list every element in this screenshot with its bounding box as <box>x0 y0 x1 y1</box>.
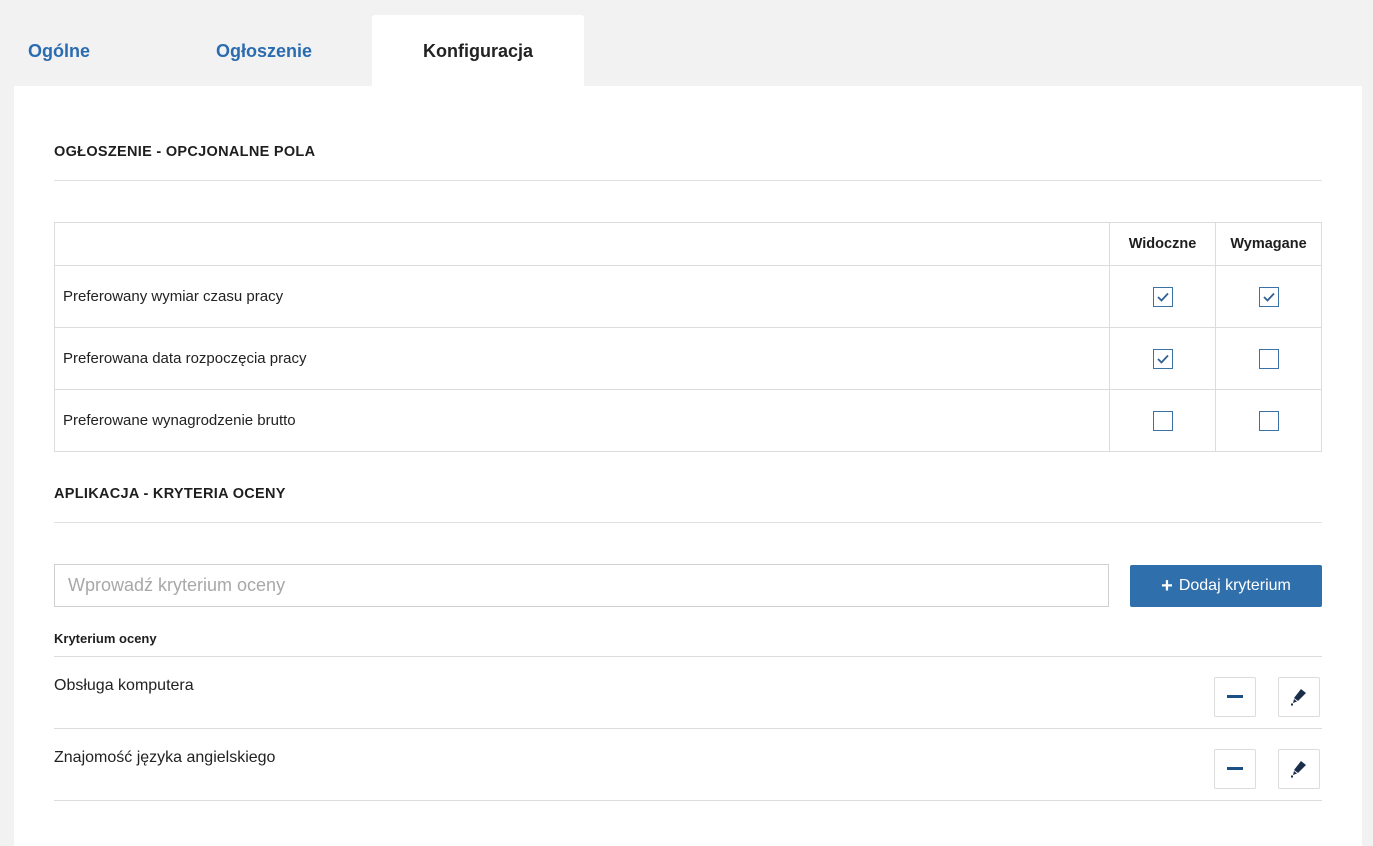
remove-criterion-button[interactable] <box>1214 677 1256 717</box>
remove-criterion-button[interactable] <box>1214 749 1256 789</box>
field-label: Preferowane wynagrodzenie brutto <box>54 389 1110 452</box>
pencil-icon <box>1291 689 1306 706</box>
list-item: Znajomość języka angielskiego <box>54 728 1322 800</box>
checkbox-visible-row-2[interactable] <box>1152 348 1173 369</box>
table-header-empty <box>54 222 1110 266</box>
config-panel: OGŁOSZENIE - OPCJONALNE POLA Widoczne Wy… <box>14 86 1362 846</box>
tab-ogolne[interactable]: Ogólne <box>14 15 160 87</box>
tab-konfiguracja[interactable]: Konfiguracja <box>372 15 584 87</box>
edit-criterion-button[interactable] <box>1278 677 1320 717</box>
check-icon <box>1156 354 1169 364</box>
add-criterion-label: Dodaj kryterium <box>1178 577 1291 594</box>
add-criterion-button[interactable]: + Dodaj kryterium <box>1130 565 1322 607</box>
checkbox-required-row-2[interactable] <box>1258 348 1279 369</box>
visible-cell <box>1109 265 1216 328</box>
divider <box>54 522 1322 523</box>
criterion-label: Znajomość języka angielskiego <box>54 749 276 766</box>
checkbox-required-row-1[interactable] <box>1258 286 1279 307</box>
section-title-criteria: APLIKACJA - KRYTERIA OCENY <box>54 486 286 502</box>
minus-icon <box>1227 695 1243 698</box>
optional-fields-table: Widoczne Wymagane Preferowany wymiar cza… <box>54 222 1322 452</box>
check-icon <box>1156 292 1169 302</box>
table-row: Preferowane wynagrodzenie brutto <box>54 389 1322 452</box>
section-title-optional-fields: OGŁOSZENIE - OPCJONALNE POLA <box>54 144 316 160</box>
tab-bar: Ogólne Ogłoszenie Konfiguracja <box>14 15 584 87</box>
column-header-visible: Widoczne <box>1109 222 1216 266</box>
table-row: Preferowany wymiar czasu pracy <box>54 265 1322 328</box>
pencil-icon <box>1291 761 1306 778</box>
check-icon <box>1262 292 1275 302</box>
plus-icon: + <box>1161 575 1173 597</box>
criterion-input[interactable] <box>54 564 1109 607</box>
required-cell <box>1215 327 1322 390</box>
checkbox-required-row-3[interactable] <box>1258 410 1279 431</box>
divider <box>54 180 1322 181</box>
tab-ogloszenie[interactable]: Ogłoszenie <box>160 15 372 87</box>
list-item: Obsługa komputera <box>54 656 1322 728</box>
visible-cell <box>1109 327 1216 390</box>
field-label: Preferowana data rozpoczęcia pracy <box>54 327 1110 390</box>
minus-icon <box>1227 767 1243 770</box>
table-row: Preferowana data rozpoczęcia pracy <box>54 327 1322 390</box>
checkbox-visible-row-3[interactable] <box>1152 410 1173 431</box>
divider <box>54 800 1322 801</box>
criterion-label: Obsługa komputera <box>54 677 194 694</box>
checkbox-visible-row-1[interactable] <box>1152 286 1173 307</box>
criteria-list-header: Kryterium oceny <box>54 631 157 646</box>
required-cell <box>1215 265 1322 328</box>
table-header-row: Widoczne Wymagane <box>54 222 1322 266</box>
edit-criterion-button[interactable] <box>1278 749 1320 789</box>
field-label: Preferowany wymiar czasu pracy <box>54 265 1110 328</box>
visible-cell <box>1109 389 1216 452</box>
column-header-required: Wymagane <box>1215 222 1322 266</box>
required-cell <box>1215 389 1322 452</box>
